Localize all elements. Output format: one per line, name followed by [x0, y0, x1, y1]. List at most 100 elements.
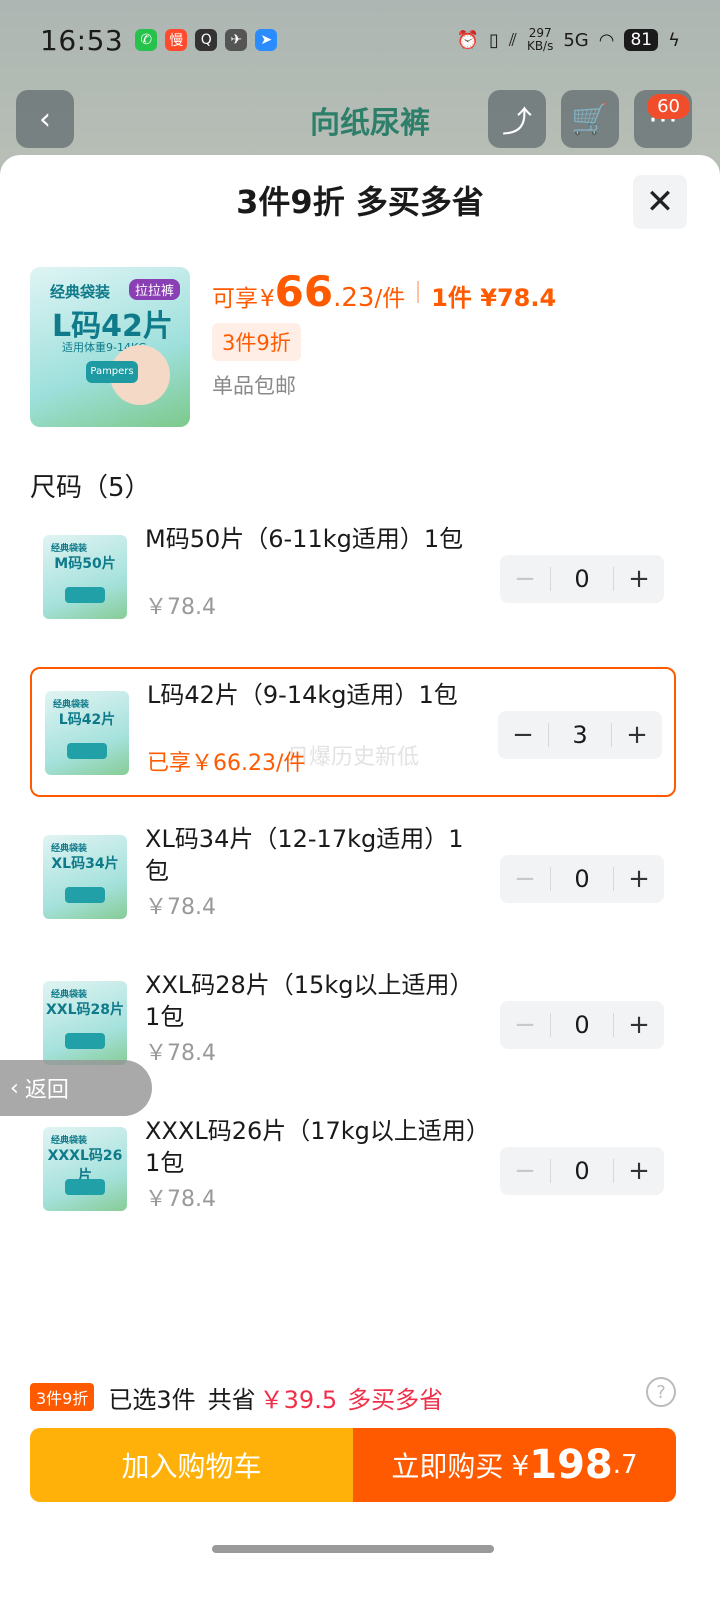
charging-icon: ϟ: [668, 29, 680, 51]
alarm-icon: ⏰: [456, 29, 480, 51]
price-unit: /件: [374, 286, 406, 312]
nav-app-icon: ➤: [255, 29, 278, 51]
single-price: 1件 ¥78.4: [431, 284, 557, 312]
chevron-left-icon: ‹: [39, 101, 51, 137]
status-bar: 16:53 ✆ 慢 Q ✈ ➤ ⏰ ▯ ⫽ 297 KB/s 5G ◠ 81 ϟ: [0, 0, 720, 80]
sku-name: XXXL码26片（17kg以上适用）1包: [145, 1117, 478, 1177]
price-line: 可享 ¥ 66 .23 /件 1件 ¥78.4: [212, 267, 556, 316]
back-button[interactable]: ‹: [16, 90, 74, 148]
increment-button[interactable]: +: [614, 1001, 664, 1049]
price-integer: 66: [274, 267, 334, 316]
wifi-icon: ◠: [598, 29, 615, 51]
sku-price: ￥78.4: [145, 1187, 216, 1212]
battery-level: 81: [624, 29, 659, 51]
share-button[interactable]: ⤴: [488, 90, 546, 148]
quantity-value[interactable]: 0: [551, 565, 613, 593]
home-indicator[interactable]: [212, 1545, 494, 1553]
sku-name: XXL码28片（15kg以上适用）1包: [145, 971, 474, 1031]
increment-button[interactable]: +: [614, 555, 664, 603]
decrement-button[interactable]: −: [500, 1001, 550, 1049]
sku-row-xxxl[interactable]: 经典袋装 XXXL码26片 XXXL码26片（17kg以上适用）1包 ￥78.4…: [30, 1105, 676, 1235]
decrement-button[interactable]: −: [500, 555, 550, 603]
buy-now-price-integer: 198: [529, 1442, 613, 1488]
sku-row-xl[interactable]: 经典袋装 XL码34片 XL码34片（12-17kg适用）1包 ￥78.4 − …: [30, 813, 676, 943]
size-section-title: 尺码（5）: [30, 473, 151, 503]
return-button[interactable]: ‹ 返回: [0, 1060, 152, 1116]
decrement-button[interactable]: −: [498, 711, 548, 759]
add-to-cart-button[interactable]: 加入购物车: [30, 1428, 353, 1502]
top-nav: ‹ 向纸尿裤 ⤴ 🛒 ⋯ 60: [0, 90, 720, 150]
product-image[interactable]: 经典袋装 拉拉裤 L码42片 适用体重9-14KG Pampers: [30, 267, 190, 427]
price-decimal: .23: [333, 283, 375, 313]
sheet-title: 3件9折 多买多省: [236, 183, 484, 221]
selection-summary: 3件9折 已选3件 共省 ￥39.5 多买多省 ?: [30, 1377, 690, 1417]
quantity-stepper: − 0 +: [500, 555, 664, 603]
buy-now-label: 立即购买: [391, 1450, 504, 1483]
network-type: 5G: [563, 29, 589, 51]
phone-app-icon: ✆: [135, 29, 158, 51]
increment-button[interactable]: +: [612, 711, 662, 759]
price-divider: [417, 280, 420, 303]
quantity-value[interactable]: 0: [551, 1011, 613, 1039]
summary-tag: 3件9折: [30, 1383, 95, 1411]
chevron-left-icon: ‹: [10, 1075, 19, 1101]
bird-app-icon: ✈: [225, 29, 248, 51]
decrement-button[interactable]: −: [500, 855, 550, 903]
promo-chip: 3件9折: [212, 323, 301, 361]
quantity-value[interactable]: 0: [551, 1157, 613, 1185]
sku-price: ￥78.4: [145, 1041, 216, 1066]
status-right: ⏰ ▯ ⫽ 297 KB/s 5G ◠ 81 ϟ: [457, 27, 680, 53]
buy-now-button[interactable]: 立即购买 ¥ 198 .7: [353, 1428, 676, 1502]
sku-selection-sheet: 3件9折 多买多省 ✕ 经典袋装 拉拉裤 L码42片 适用体重9-14KG Pa…: [0, 155, 720, 1600]
sku-name: XL码34片（12-17kg适用）1包: [145, 825, 464, 885]
action-bar: 加入购物车 立即购买 ¥ 198 .7: [30, 1428, 676, 1502]
help-icon[interactable]: ?: [646, 1377, 676, 1407]
return-label: 返回: [24, 1078, 69, 1103]
status-app-icons: ✆ 慢 Q ✈ ➤: [135, 29, 278, 51]
buy-now-yen: ¥: [511, 1448, 530, 1482]
shop-app-icon: 慢: [165, 29, 188, 51]
increment-button[interactable]: +: [614, 855, 664, 903]
brand-logo: Pampers: [86, 361, 138, 383]
decrement-button[interactable]: −: [500, 1147, 550, 1195]
quark-app-icon: Q: [195, 29, 218, 51]
sku-thumbnail: 经典袋装 XL码34片: [43, 835, 127, 919]
sku-row-m[interactable]: 经典袋装 M码50片 M码50片（6-11kg适用）1包 ￥78.4 − 0 +: [30, 513, 676, 643]
price-yen: ¥: [260, 286, 275, 312]
signal-bars-icon: ⫽: [508, 29, 517, 51]
selected-count: 已选3件: [108, 1385, 196, 1414]
sku-row-l[interactable]: 经典袋装 L码42片 L码42片（9-14kg适用）1包 日爆历史新低 已享￥6…: [30, 667, 676, 797]
product-image-tag: 经典袋装: [50, 283, 111, 301]
cart-badge: 60: [647, 94, 690, 119]
cart-button[interactable]: 🛒: [561, 90, 619, 148]
share-icon: ⤴: [502, 105, 532, 140]
quantity-stepper: − 0 +: [500, 855, 664, 903]
sku-thumbnail: 经典袋装 M码50片: [43, 535, 127, 619]
sku-name: L码42片（9-14kg适用）1包: [147, 681, 458, 709]
sku-price: ￥78.4: [145, 895, 216, 920]
summary-tagline: 多买多省: [347, 1385, 444, 1414]
quantity-stepper: − 3 +: [498, 711, 662, 759]
close-icon: ✕: [645, 182, 675, 222]
status-time: 16:53: [40, 23, 124, 57]
cart-icon: 🛒: [571, 101, 609, 137]
increment-button[interactable]: +: [614, 1147, 664, 1195]
sku-thumbnail: 经典袋装 XXL码28片: [43, 981, 127, 1065]
price-prefix: 可享: [212, 286, 258, 312]
net-speed: 297 KB/s: [526, 26, 554, 53]
sku-name: M码50片（6-11kg适用）1包: [145, 525, 464, 553]
sku-price: 已享￥66.23/件: [147, 751, 306, 776]
quantity-stepper: − 0 +: [500, 1001, 664, 1049]
close-button[interactable]: ✕: [633, 175, 687, 229]
shipping-text: 单品包邮: [212, 374, 296, 398]
quantity-value[interactable]: 3: [549, 721, 611, 749]
sku-thumbnail: 经典袋装 XXXL码26片: [43, 1127, 127, 1211]
buy-now-price-decimal: .7: [612, 1450, 638, 1480]
watermark-text: 日爆历史新低: [287, 745, 420, 770]
sku-price: ￥78.4: [145, 595, 216, 620]
product-image-tag2: 拉拉裤: [128, 279, 180, 300]
quantity-value[interactable]: 0: [551, 865, 613, 893]
save-label: 共省: [207, 1385, 256, 1414]
save-amount: ￥39.5: [259, 1385, 338, 1414]
banner-text: 向纸尿裤: [310, 106, 430, 141]
